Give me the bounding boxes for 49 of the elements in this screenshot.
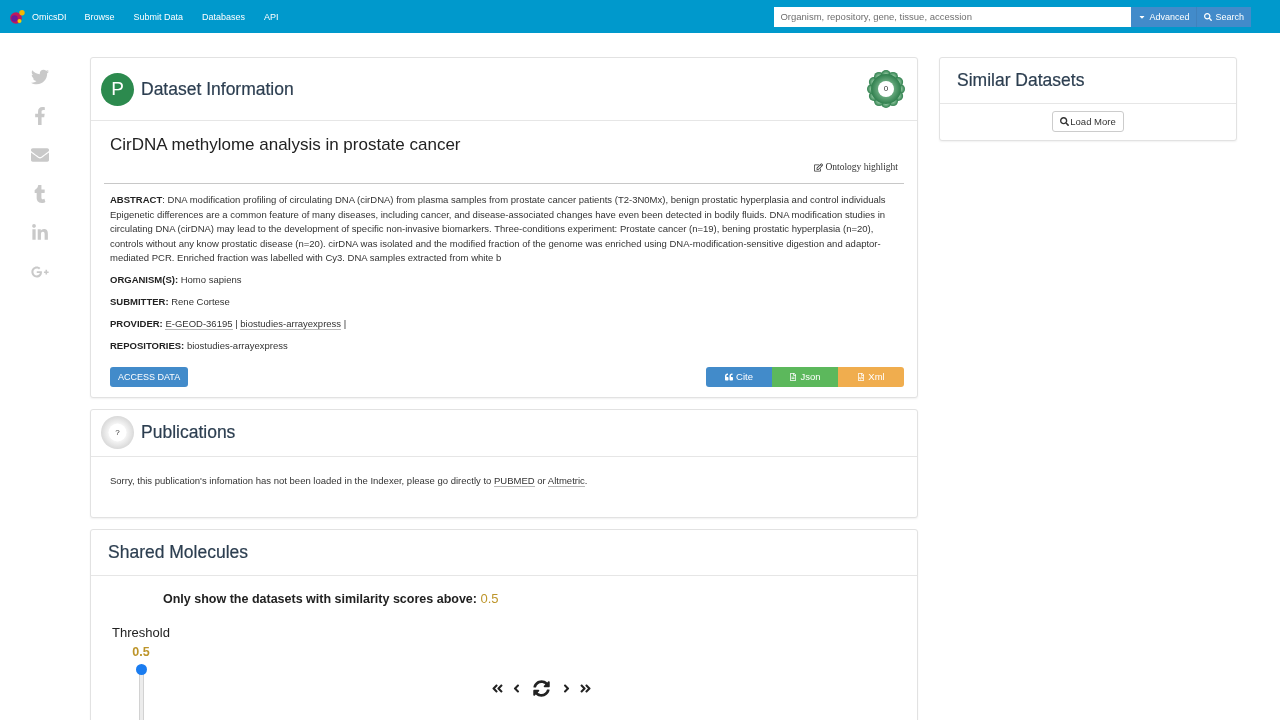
- double-chevron-right-icon[interactable]: [579, 681, 592, 695]
- panel-title: Shared Molecules: [108, 541, 249, 563]
- panel-title: Dataset Information: [141, 78, 294, 100]
- nav-link[interactable]: Databases: [202, 11, 246, 22]
- nav-link[interactable]: API: [264, 11, 279, 22]
- rosette-icon: [867, 70, 905, 108]
- code-file-icon: [857, 372, 866, 381]
- dataset-title: CirDNA methylome analysis in prostate cancer: [110, 135, 462, 155]
- search-button[interactable]: Search: [1196, 6, 1251, 27]
- score-count: 0: [883, 85, 889, 93]
- panel-title: Publications: [141, 422, 236, 443]
- metadata-line: REPOSITORIES: biostudies-arrayexpress: [110, 339, 289, 353]
- logo-icon: [10, 9, 25, 24]
- metadata-line: SUBMITTER: Rene Cortese: [110, 295, 231, 309]
- edit-icon: [814, 162, 824, 172]
- brand-link[interactable]: OmicsDI: [10, 9, 67, 24]
- advanced-button[interactable]: Advanced: [1131, 6, 1197, 27]
- export-button[interactable]: Cite: [706, 366, 772, 387]
- search-icon: [1060, 117, 1070, 126]
- double-chevron-left-icon[interactable]: [491, 681, 504, 695]
- export-button[interactable]: Xml: [838, 366, 904, 387]
- document-icon: [789, 372, 798, 381]
- metadata-line: ORGANISM(S): Homo sapiens: [110, 273, 243, 287]
- publication-notice: Sorry, this publication's infomation has not been loaded in the Indexer, please go directly to PUBMED or Altmetric.: [110, 473, 589, 488]
- text-link[interactable]: Altmetric: [547, 474, 585, 487]
- access-data-button[interactable]: ACCESS DATA: [110, 366, 189, 387]
- slider-value: 0.5: [132, 644, 150, 660]
- search-field[interactable]: Organism, repository, gene, tissue, accession: [774, 6, 1132, 27]
- quote-icon: [725, 372, 734, 381]
- abstract-text: ABSTRACT: DNA modification profiling of circulating DNA (cirDNA) from plasma samples from prostate cancer patients (T2-3N0Mx), benign prostatic hyperplasia and control individuals Epigenetic differences are a common feature of many diseases, including cancer, and disease-associated changes have even been detected in bodily fluids. DNA modification studies in circulating DNA (cirDNA) may lead to the development of specific non-invasive biomarkers. Three-conditions experiment: Prostate cancer (n=19), bening prostatic hyperplasia (n=20), controls without any know prostatic disease (n=20). cirDNA was isolated and the modified fraction of the genome was enriched using DNA-modification-sensitive digestion and adaptor-mediated PCR. Enriched fraction was labelled with Cy3. DNA samples extracted from white b: [110, 193, 887, 265]
- slider-thumb[interactable]: [135, 663, 147, 675]
- slider-label: Threshold: [112, 624, 170, 641]
- text-link[interactable]: E-GEOD-36195: [165, 318, 233, 330]
- panel-title: Similar Datasets: [957, 70, 1085, 91]
- load-more-button[interactable]: Load More: [1052, 111, 1124, 132]
- ring-icon: [101, 416, 134, 449]
- unknown-count: ?: [115, 428, 120, 437]
- ontology-link[interactable]: Ontology highlight: [814, 162, 898, 172]
- text-link[interactable]: PUBMED: [494, 474, 535, 487]
- nav-link[interactable]: Browse: [84, 11, 115, 22]
- metadata-line: PROVIDER: E-GEOD-36195 | biostudies-arrayexpress |: [110, 317, 348, 332]
- nav-link[interactable]: Submit Data: [133, 11, 184, 22]
- refresh-icon[interactable]: [533, 679, 550, 697]
- export-button[interactable]: Json: [772, 366, 838, 387]
- text-link[interactable]: biostudies-arrayexpress: [240, 318, 342, 330]
- threshold-slider[interactable]: [135, 663, 147, 720]
- search-icon: [1204, 12, 1213, 21]
- letter-avatar: P: [101, 72, 134, 106]
- similarity-filter-text: Only show the datasets with similarity scores above: 0.5: [163, 590, 500, 607]
